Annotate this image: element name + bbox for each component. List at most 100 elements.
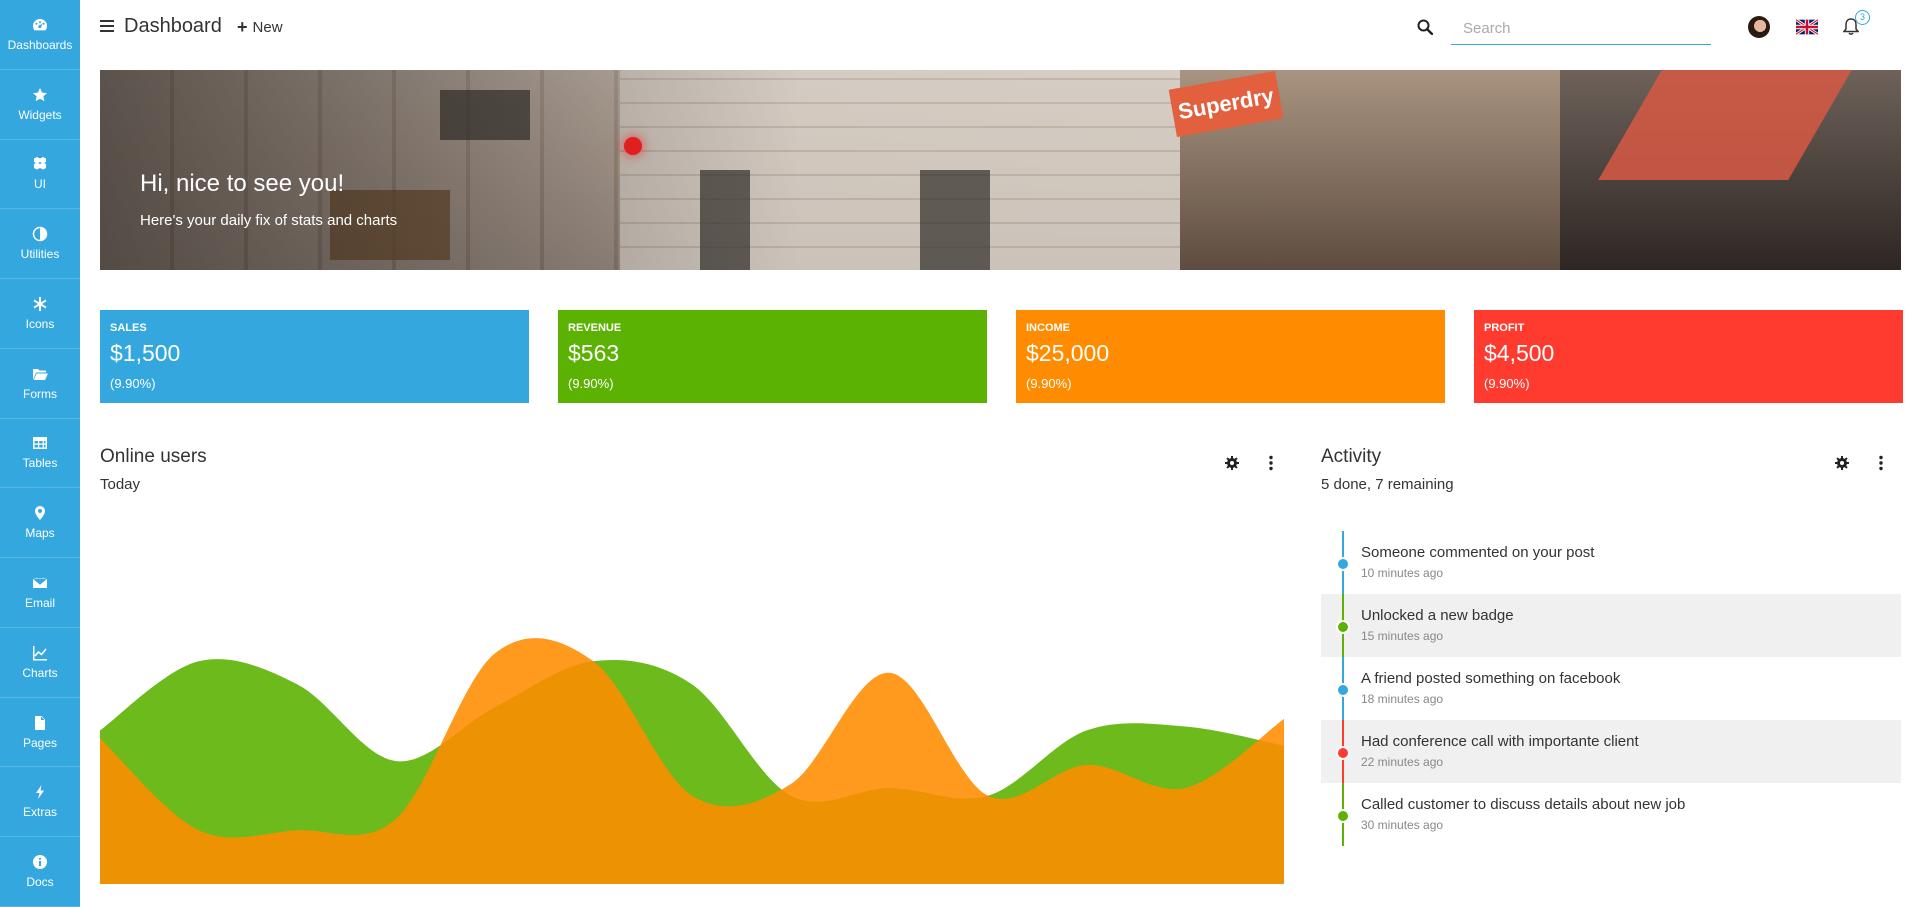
activity-timeline: Someone commented on your post 10 minutes… [1321,531,1901,846]
activity-item[interactable]: Unlocked a new badge 15 minutes ago [1321,594,1901,657]
new-button-label: New [252,19,283,36]
cubes-icon [34,157,46,170]
activity-item[interactable]: Someone commented on your post 10 minutes… [1321,531,1901,594]
sidebar-item-label: Extras [22,805,57,820]
activity-text: Someone commented on your post [1361,544,1595,561]
activity-text: Unlocked a new badge [1361,607,1514,624]
stat-card-revenue: REVENUE $563 (9.90%) [558,310,987,403]
asterisk-icon [33,296,47,311]
activity-more-icon[interactable] [1873,455,1889,471]
activity-settings-icon[interactable] [1834,455,1850,471]
activity-text: Had conference call with importante clie… [1361,733,1639,750]
bolt-icon [36,785,44,800]
sidebar-item-label: Dashboards [7,37,73,52]
contrast-icon [32,226,48,242]
sidebar-item-icons[interactable]: Icons [0,279,80,349]
activity-time: 15 minutes ago [1361,629,1444,643]
sidebar-item-dashboards[interactable]: Dashboards [0,0,80,70]
sidebar-item-maps[interactable]: Maps [0,488,80,559]
activity-text: Called customer to discuss details about… [1361,796,1686,813]
sidebar-item-label: Utilities [20,247,60,262]
activity-item[interactable]: A friend posted something on facebook 18 … [1321,657,1901,720]
online-users-settings-icon[interactable] [1224,455,1240,471]
file-icon [35,715,45,730]
stat-card-income: INCOME $25,000 (9.90%) [1016,310,1445,403]
sidebar-item-docs[interactable]: Docs [0,837,80,907]
folder-open-icon [33,368,48,380]
sidebar-item-tables[interactable]: Tables [0,419,80,489]
activity-time: 18 minutes ago [1361,692,1444,706]
sidebar-item-extras[interactable]: Extras [0,767,80,838]
stat-label: REVENUE [568,322,622,334]
activity-item[interactable]: Had conference call with importante clie… [1321,720,1901,783]
stat-value: $1,500 [110,340,181,366]
search-input[interactable] [1451,12,1711,45]
timeline-dot [1336,683,1350,697]
new-button[interactable]: + New [237,17,283,38]
timeline-dot [1336,746,1350,760]
uk-flag-icon[interactable] [1796,19,1818,35]
stat-change: (9.90%) [1026,376,1072,391]
page-title: Dashboard [124,15,222,37]
line-chart-icon [33,645,47,661]
stat-label: INCOME [1026,322,1070,334]
stat-value: $563 [568,340,620,366]
sidebar-item-label: Email [24,596,55,610]
sidebar-item-label: Docs [26,875,54,890]
welcome-banner: Superdry Hi, nice to see you! Here's you… [100,70,1901,270]
activity-time: 30 minutes ago [1361,818,1444,832]
stat-label: PROFIT [1484,322,1525,334]
top-bar: Dashboard +New 3 [80,0,1920,56]
sidebar-item-label: Widgets [18,107,62,122]
stat-value: $4,500 [1484,340,1555,366]
menu-toggle-icon[interactable] [100,20,114,32]
stat-card-profit: PROFIT $4,500 (9.90%) [1474,310,1903,403]
sidebar-item-label: Pages [22,735,58,750]
notification-badge: 3 [1855,10,1870,25]
timeline-dot [1336,557,1350,571]
sidebar-item-label: UI [34,177,46,192]
banner-doorway [920,170,990,270]
activity-subtitle: 5 done, 7 remaining [1321,476,1454,493]
stat-change: (9.90%) [110,376,156,391]
table-icon [33,437,47,450]
online-users-subtitle: Today [100,476,141,493]
activity-time: 22 minutes ago [1361,755,1444,769]
stat-label: SALES [110,322,147,334]
stat-change: (9.90%) [1484,376,1530,391]
sidebar-item-label: Charts [22,665,58,680]
search-icon[interactable] [1417,19,1433,35]
sidebar-item-charts[interactable]: Charts [0,628,80,698]
sidebar-item-label: Maps [25,526,55,541]
banner-greeting: Hi, nice to see you! [140,170,345,197]
star-icon [32,87,48,101]
stat-value: $25,000 [1026,340,1110,366]
banner-subtitle: Here's your daily fix of stats and chart… [140,212,398,229]
sidebar-item-label: Forms [23,386,57,401]
dashboard-icon [33,18,47,31]
stat-change: (9.90%) [568,376,614,391]
activity-text: A friend posted something on facebook [1361,670,1621,687]
sidebar-item-utilities[interactable]: Utilities [0,209,80,280]
sidebar-item-ui[interactable]: UI [0,140,80,210]
online-users-area-chart [100,638,1284,884]
sidebar-item-pages[interactable]: Pages [0,698,80,768]
timeline-dot [1336,620,1350,634]
avatar[interactable] [1748,16,1770,38]
sidebar-item-widgets[interactable]: Widgets [0,70,80,140]
sidebar: Dashboards Widgets UI Utilities Icons Forms Ta… [0,0,80,907]
sidebar-item-forms[interactable]: Forms [0,349,80,419]
envelope-icon [32,577,48,588]
sidebar-item-label: Tables [22,456,58,471]
sidebar-item-email[interactable]: Email [0,558,80,628]
timeline-dot [1336,809,1350,823]
sidebar-item-label: Icons [25,316,55,331]
online-users-title: Online users [100,446,207,467]
activity-title: Activity [1321,446,1382,467]
activity-time: 10 minutes ago [1361,566,1444,580]
activity-item[interactable]: Called customer to discuss details about… [1321,783,1901,846]
plus-icon: + [237,17,248,37]
online-users-more-icon[interactable] [1263,455,1279,471]
info-icon [33,855,47,870]
map-marker-icon [35,506,45,521]
